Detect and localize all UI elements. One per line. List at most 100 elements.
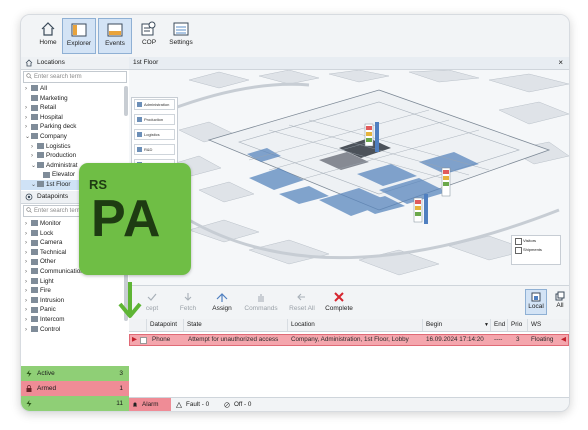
home-icon <box>41 22 55 36</box>
main-toolbar: Home Explorer Events COP Settings <box>21 15 569 58</box>
bolt-icon <box>26 370 32 377</box>
tree-item-intrusion[interactable]: › Intrusion <box>21 296 129 306</box>
tree-item-production[interactable]: › Production <box>21 151 129 161</box>
table-header: Datapoint State Location Begin End Prio … <box>129 319 569 332</box>
accept-icon <box>147 293 157 301</box>
local-icon <box>531 292 541 302</box>
column-datapoint[interactable]: Datapoint <box>147 319 184 331</box>
tree-item-hospital[interactable]: › Hospital <box>21 113 129 123</box>
camera-icon <box>31 239 38 246</box>
reset-icon <box>297 293 305 301</box>
commands-button[interactable]: Commands <box>241 291 281 312</box>
tab-fault[interactable]: Fault - 0 <box>173 398 219 411</box>
tree-item-company[interactable]: ⌄ Company <box>21 132 129 142</box>
cell-prio: 3 <box>516 336 520 343</box>
locations-scrollbar[interactable] <box>124 86 128 116</box>
bolt-icon <box>26 400 32 407</box>
bell-icon <box>133 402 137 407</box>
column-prio[interactable]: Prio <box>508 319 528 331</box>
building-icon <box>31 133 38 140</box>
warning-icon <box>176 402 182 408</box>
filter-administration[interactable]: Administration <box>134 99 175 110</box>
view-all-button[interactable]: All <box>549 289 569 315</box>
legend-shipments[interactable]: Shipments <box>512 245 560 254</box>
home-button[interactable]: Home <box>31 18 65 54</box>
tree-item-parking-deck[interactable]: › Parking deck <box>21 122 129 132</box>
locations-search-placeholder: Enter search term <box>34 74 82 80</box>
fetch-icon <box>184 293 192 301</box>
column-location[interactable]: Location <box>288 319 423 331</box>
checkbox-icon <box>515 247 522 254</box>
close-icon[interactable]: × <box>558 57 563 69</box>
column-state[interactable]: State <box>184 319 288 331</box>
tab-alarm[interactable]: Alarm <box>129 398 171 411</box>
filter-icon <box>137 117 142 122</box>
cell-datapoint: Phone <box>152 336 171 343</box>
tree-item-intercom[interactable]: › Intercom <box>21 315 129 325</box>
filter-logistics[interactable]: Logistics <box>134 129 175 140</box>
datapoint-icon <box>25 193 33 201</box>
cop-button[interactable]: COP <box>132 18 166 54</box>
map-title-bar: 1st Floor × <box>129 57 569 70</box>
building-icon <box>37 142 44 149</box>
row-end-marker-icon: ◀ <box>561 336 566 343</box>
intrusion-icon <box>31 297 38 304</box>
map-legend: Visitors Shipments <box>511 235 561 265</box>
alarm-table: Datapoint State Location Begin End Prio … <box>129 319 569 397</box>
filter-production[interactable]: Production <box>134 114 175 125</box>
home-icon <box>25 59 33 67</box>
column-end[interactable]: End <box>491 319 508 331</box>
status-armed[interactable]: Armed 1 <box>21 381 129 396</box>
reset-all-button[interactable]: Reset All <box>283 291 321 312</box>
legend-visitors[interactable]: Visitors <box>512 236 560 245</box>
floor-map[interactable]: Administration Production Logistics R&D … <box>129 70 569 285</box>
tree-item-panic[interactable]: › Panic <box>21 305 129 315</box>
tree-item-control[interactable]: › Control <box>21 325 129 335</box>
explorer-button[interactable]: Explorer <box>62 18 96 54</box>
tree-item-all[interactable]: › All <box>21 84 129 94</box>
fetch-button[interactable]: Fetch <box>171 291 205 312</box>
alarm-tabs: Alarm Fault - 0 Off - 0 <box>129 397 569 411</box>
explorer-icon <box>71 23 87 37</box>
filter-icon <box>137 132 142 137</box>
building-icon <box>31 104 38 111</box>
status-active[interactable]: Active 3 <box>21 366 129 381</box>
cell-end: ---- <box>494 336 503 343</box>
locations-search-input[interactable]: Enter search term <box>23 71 127 83</box>
filter-icon <box>137 147 142 152</box>
row-checkbox[interactable] <box>140 337 147 344</box>
tree-item-logistics[interactable]: › Logistics <box>21 142 129 152</box>
floor-map-panel: 1st Floor × Administration Production Lo… <box>129 57 569 285</box>
settings-button[interactable]: Settings <box>164 18 198 54</box>
rspa-logo-badge: RS PA <box>79 163 191 275</box>
assign-button[interactable]: Assign <box>205 291 239 312</box>
events-icon <box>107 23 123 37</box>
intercom-icon <box>31 316 38 323</box>
row-expand-icon[interactable]: ▶ <box>132 335 137 345</box>
cell-location: Company, Administration, 1st Floor, Lobb… <box>291 336 409 343</box>
filter-rnd[interactable]: R&D <box>134 144 175 155</box>
tree-item-light[interactable]: › Light <box>21 277 129 287</box>
complete-button[interactable]: Complete <box>322 291 356 312</box>
checkbox-icon <box>515 238 522 245</box>
tree-item-marketing[interactable]: Marketing <box>21 94 129 104</box>
table-row[interactable]: ▶ Phone Attempt for unauthorized access … <box>129 334 569 346</box>
status-other[interactable]: 11 <box>21 396 129 411</box>
all-icon <box>555 291 565 301</box>
cell-state: Attempt for unauthorized access <box>188 336 279 343</box>
tab-off[interactable]: Off - 0 <box>221 398 261 411</box>
events-button[interactable]: Events <box>98 18 132 54</box>
hand-icon <box>258 294 264 302</box>
column-begin[interactable]: Begin <box>423 319 491 331</box>
monitor-icon <box>31 220 38 227</box>
cop-icon <box>141 21 156 36</box>
sort-desc-icon[interactable]: ▼ <box>484 319 489 331</box>
tree-item-fire[interactable]: › Fire <box>21 286 129 296</box>
building-icon <box>31 85 38 92</box>
tree-item-retail[interactable]: › Retail <box>21 103 129 113</box>
panic-icon <box>31 306 38 313</box>
isometric-map-drawing <box>168 70 569 276</box>
column-ws[interactable]: WS <box>528 319 569 331</box>
view-local-button[interactable]: Local <box>525 289 547 315</box>
datapoints-search-placeholder: Enter search term <box>34 208 82 214</box>
